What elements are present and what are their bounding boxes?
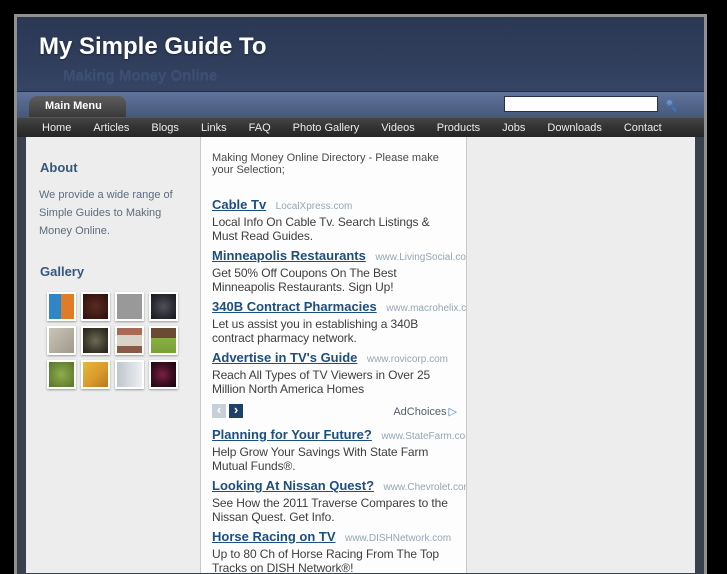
site-frame: My Simple Guide To Making Money Online M… [14, 14, 707, 574]
menu-strip: Main Menu [17, 92, 704, 117]
directory-intro: Making Money Online Directory - Please m… [212, 152, 439, 176]
nav-item-products[interactable]: Products [426, 118, 491, 138]
ad-description: Reach All Types of TV Viewers in Over 25… [212, 368, 431, 396]
adchoices-link[interactable]: AdChoices ▷ [393, 405, 457, 418]
nav-item-links[interactable]: Links [190, 118, 238, 138]
ad-display-url: www.DISHNetwork.com [344, 533, 452, 544]
content-area: About We provide a wide range of Simple … [17, 137, 704, 573]
ad-display-url: www.LivingSocial.com [375, 252, 467, 263]
ad-description: Let us assist you in establishing a 340B… [212, 317, 419, 345]
ad-listing: Planning for Your Future? www.StateFarm.… [212, 427, 466, 473]
about-text: We provide a wide range of Simple Guides… [39, 189, 173, 237]
ad-title-link[interactable]: 340B Contract Pharmacies [212, 299, 377, 314]
main-column: Making Money Online Directory - Please m… [200, 137, 467, 573]
nav-item-photo-gallery[interactable]: Photo Gallery [282, 118, 371, 138]
ad-title-link[interactable]: Looking At Nissan Quest? [212, 478, 374, 493]
gallery-thumbnail[interactable] [115, 292, 144, 321]
gallery-thumbnail[interactable] [149, 326, 178, 355]
ad-listing: Minneapolis Restaurants www.LivingSocial… [212, 248, 466, 294]
ad-display-url: LocalXpress.com [275, 201, 353, 212]
main-menu-tab[interactable]: Main Menu [29, 96, 126, 117]
gallery-thumbnail[interactable] [47, 360, 76, 389]
site-header: My Simple Guide To Making Money Online [17, 17, 704, 92]
gallery-thumbnail[interactable] [81, 360, 110, 389]
nav-item-downloads[interactable]: Downloads [536, 118, 612, 138]
sidebar: About We provide a wide range of Simple … [26, 137, 200, 573]
search-icon[interactable] [664, 97, 679, 113]
gallery-grid [47, 292, 200, 389]
gallery-heading: Gallery [40, 264, 85, 279]
ad-listing: Advertise in TV's Guide www.rovicorp.com… [212, 350, 457, 396]
gallery-thumbnail[interactable] [149, 360, 178, 389]
search-icon-handle [671, 106, 678, 113]
about-heading: About [40, 160, 78, 175]
ads-prev-button[interactable]: ‹ [212, 403, 226, 418]
ad-display-url: www.rovicorp.com [366, 354, 448, 365]
ad-display-url: www.macrohelix.com [386, 303, 467, 314]
site-title: My Simple Guide To [39, 33, 267, 60]
ad-description: Local Info On Cable Tv. Search Listings … [212, 215, 430, 243]
ads-next-button[interactable]: › [229, 403, 243, 418]
nav-item-contact[interactable]: Contact [613, 118, 673, 138]
ad-display-url: www.Chevrolet.com/Traverse [383, 482, 466, 493]
ad-title-link[interactable]: Cable Tv [212, 197, 266, 212]
nav-item-faq[interactable]: FAQ [238, 118, 282, 138]
right-column [467, 137, 695, 573]
search-input[interactable] [504, 96, 658, 112]
gallery-thumbnail[interactable] [149, 292, 178, 321]
nav-item-jobs[interactable]: Jobs [491, 118, 536, 138]
nav-item-videos[interactable]: Videos [370, 118, 425, 138]
ad-title-link[interactable]: Minneapolis Restaurants [212, 248, 366, 263]
ad-description: Get 50% Off Coupons On The Best Minneapo… [212, 266, 397, 294]
site-subtitle: Making Money Online [63, 67, 218, 84]
ad-pager: ‹ › AdChoices ▷ [212, 403, 457, 418]
gallery-thumbnail[interactable] [115, 326, 144, 355]
ad-listing: Cable Tv LocalXpress.com Local Info On C… [212, 197, 457, 243]
ad-listing: Looking At Nissan Quest? www.Chevrolet.c… [212, 478, 466, 524]
ad-listing: 340B Contract Pharmacies www.macrohelix.… [212, 299, 466, 345]
gallery-thumbnail[interactable] [81, 326, 110, 355]
adchoices-icon: ▷ [448, 405, 457, 418]
gallery-thumbnail[interactable] [115, 360, 144, 389]
ad-display-url: www.StateFarm.com/MutualF... [381, 431, 466, 442]
ad-title-link[interactable]: Advertise in TV's Guide [212, 350, 357, 365]
ad-description: Help Grow Your Savings With State Farm M… [212, 445, 429, 473]
ad-description: See How the 2011 Traverse Compares to th… [212, 496, 448, 524]
nav-item-home[interactable]: Home [31, 118, 82, 138]
gallery-thumbnail[interactable] [81, 292, 110, 321]
nav-item-articles[interactable]: Articles [82, 118, 140, 138]
nav-item-blogs[interactable]: Blogs [140, 118, 190, 138]
ad-title-link[interactable]: Horse Racing on TV [212, 529, 336, 544]
ad-title-link[interactable]: Planning for Your Future? [212, 427, 372, 442]
ad-description: Up to 80 Ch of Horse Racing From The Top… [212, 547, 440, 573]
gallery-thumbnail[interactable] [47, 326, 76, 355]
adchoices-label: AdChoices [393, 405, 447, 418]
main-navigation: Home Articles Blogs Links FAQ Photo Gall… [17, 117, 704, 137]
ad-listing: Horse Racing on TV www.DISHNetwork.com U… [212, 529, 457, 573]
gallery-thumbnail[interactable] [47, 292, 76, 321]
